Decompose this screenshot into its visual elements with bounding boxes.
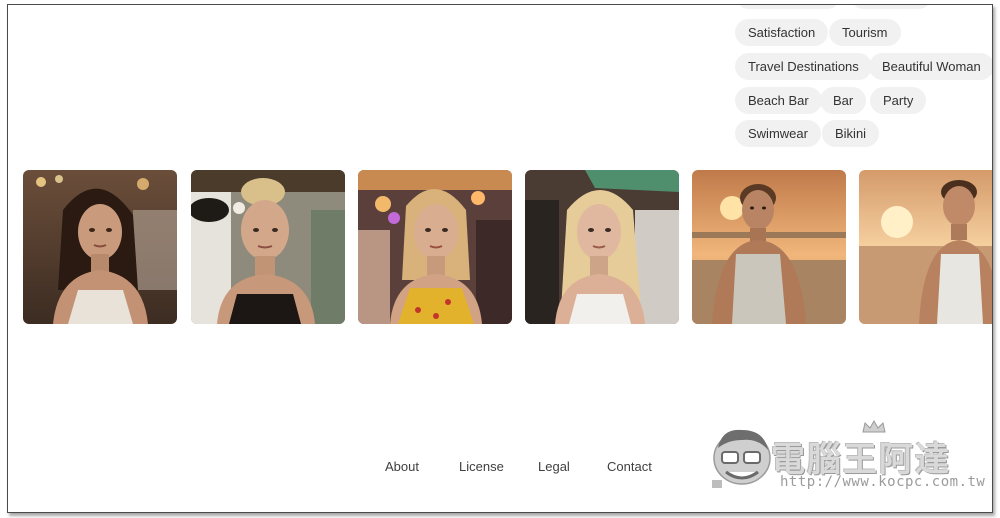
tag-beautiful-woman[interactable]: Beautiful Woman	[869, 53, 992, 80]
tag-tourism[interactable]: Tourism	[829, 19, 901, 46]
footer-link-legal[interactable]: Legal	[538, 459, 570, 474]
tag-swimwear[interactable]: Swimwear	[735, 120, 821, 147]
tag-cut-1	[737, 5, 839, 9]
tag-beach-bar[interactable]: Beach Bar	[735, 87, 822, 114]
related-images-gallery	[23, 170, 992, 324]
footer-link-about[interactable]: About	[385, 459, 419, 474]
portrait-woman-image	[525, 170, 679, 324]
footer-link-license[interactable]: License	[459, 459, 504, 474]
tag-bikini[interactable]: Bikini	[822, 120, 880, 147]
footer-link-contact[interactable]: Contact	[607, 459, 652, 474]
browser-page: Satisfaction Tourism Travel Destinations…	[7, 4, 993, 513]
tag-party[interactable]: Party	[870, 87, 927, 114]
tag-satisfaction[interactable]: Satisfaction	[735, 19, 829, 46]
portrait-woman-image	[23, 170, 177, 324]
tag-bar[interactable]: Bar	[820, 87, 867, 114]
gallery-photo-1[interactable]	[23, 170, 177, 324]
portrait-man-image	[692, 170, 846, 324]
gallery-photo-5[interactable]	[692, 170, 846, 324]
tag-cut-2	[852, 5, 930, 9]
gallery-photo-3[interactable]	[358, 170, 512, 324]
site-watermark: 電腦王阿達 http://www.kocpc.com.tw	[708, 418, 985, 498]
mascot-logo-icon	[712, 429, 771, 488]
gallery-photo-4[interactable]	[525, 170, 679, 324]
tag-travel-destinations[interactable]: Travel Destinations	[735, 53, 872, 80]
watermark-url: http://www.kocpc.com.tw	[780, 474, 986, 490]
portrait-woman-image	[191, 170, 345, 324]
gallery-photo-6[interactable]	[859, 170, 992, 324]
portrait-man-image	[859, 170, 992, 324]
gallery-photo-2[interactable]	[191, 170, 345, 324]
portrait-woman-image	[358, 170, 512, 324]
